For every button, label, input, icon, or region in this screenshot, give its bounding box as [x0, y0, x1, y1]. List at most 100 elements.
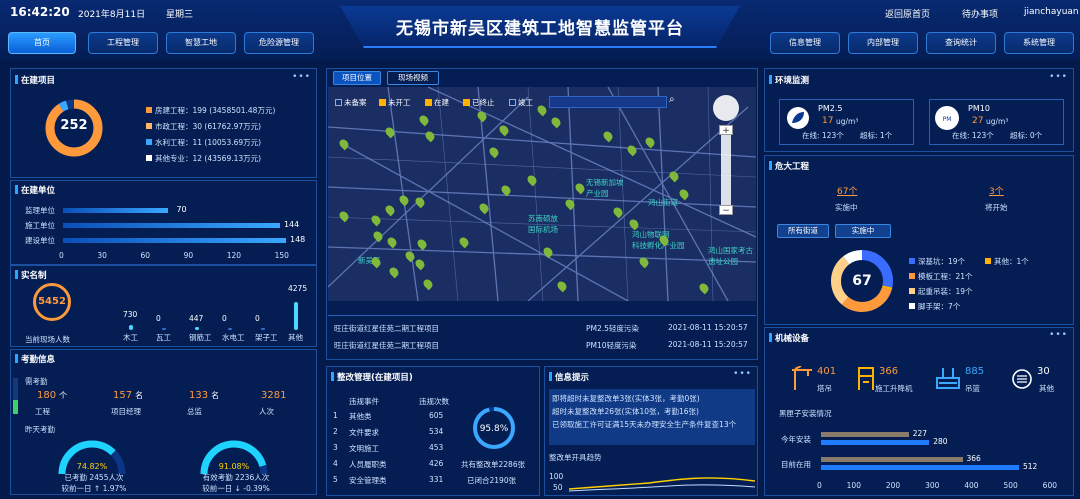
pm10-unit: ug/m³: [986, 117, 1009, 126]
filter-unfiled[interactable]: 未备案: [335, 97, 367, 108]
units-label-supervisor: 监理单位: [25, 206, 55, 215]
worker-count: 4275: [288, 284, 308, 293]
worker-count: 0: [255, 314, 260, 323]
attendance-stat-num: 133: [189, 390, 209, 401]
rectify-row-count: 331: [429, 475, 444, 484]
rectify-row-count: 605: [429, 411, 444, 420]
attendance-gauge-line1: 已考勤 2455人次: [64, 473, 124, 482]
map-pan-control[interactable]: [713, 95, 739, 121]
danger-legend-label: 深基坑：19个: [918, 257, 966, 266]
alert-row-time: 2021-08-11 15:20:57: [668, 323, 748, 332]
danger-title: 危大工程: [769, 160, 809, 172]
env-title: 环境监测: [769, 74, 809, 86]
rectify-row-event: 文明施工: [349, 444, 379, 453]
danger-active-label: 实施中: [835, 203, 858, 212]
attendance-stat-unit: 名: [135, 391, 144, 400]
alert-row-name: 旺庄街道红星佳苑二期工程项目: [334, 341, 439, 350]
machines-more-icon[interactable]: •••: [1049, 330, 1068, 340]
map-label-east: 鸿山街道: [648, 198, 678, 207]
filter-not-started-label: 未开工: [388, 98, 411, 107]
danger-legend-item: 脚手架：7个: [909, 301, 960, 312]
nav-internal-mgmt[interactable]: 内部管理: [848, 32, 918, 54]
units-tick: 60: [140, 251, 151, 260]
nav-hazard-mgmt[interactable]: 危险源管理: [244, 32, 314, 54]
env-more-icon[interactable]: •••: [1049, 72, 1068, 82]
map-zoom-out-button[interactable]: −: [719, 205, 733, 216]
info-message[interactable]: 超时未复整改单26张(实体10张，考勤16张): [552, 406, 699, 417]
units-tick: 150: [274, 251, 289, 260]
realname-count: 5452: [33, 283, 71, 321]
rectify-row-event: 其他类: [349, 412, 372, 421]
trend-chart: [569, 477, 755, 492]
worker-label: 瓦工: [156, 333, 171, 342]
blackbox-value-a: 227: [912, 429, 928, 438]
danger-legend-label: 模板工程：21个: [918, 272, 973, 281]
worker-bar: [228, 328, 232, 330]
worker-label: 其他: [288, 333, 303, 342]
rectify-col-event: 违规事件: [349, 397, 379, 406]
worker-label: 架子工: [255, 333, 278, 342]
clock-time: 16:42:20: [10, 5, 70, 19]
blackbox-value-a: 366: [966, 454, 981, 463]
info-message[interactable]: 已领取施工许可证满15天未办理安全生产条件复查13个: [552, 419, 752, 430]
map-canvas[interactable]: 无锡新加坡 产业园 苏南硕放 国际机场 鸿山物联网 科技孵化产业园 鸿山国家考古 遗址公…: [328, 87, 756, 301]
danger-upcoming-count[interactable]: 3个: [989, 184, 1004, 197]
blackbox-value-b: 280: [933, 437, 948, 446]
nav-query-stats[interactable]: 查询统计: [926, 32, 996, 54]
attendance-title: 考勤信息: [15, 353, 55, 365]
info-more-icon[interactable]: •••: [733, 369, 752, 379]
search-icon[interactable]: ⌕: [669, 94, 675, 105]
legend-municipal-label: 市政工程：30 (61762.97万元): [155, 122, 262, 131]
blackbox-tick: 300: [925, 481, 940, 490]
map-search-input[interactable]: [549, 96, 667, 108]
tab-site-video[interactable]: 现场视频: [387, 71, 439, 85]
nav-smart-site[interactable]: 智慧工地: [166, 32, 236, 54]
attendance-stat-unit: 个: [59, 391, 68, 400]
filter-completed[interactable]: 竣工: [509, 97, 533, 108]
rectify-col-count: 违规次数: [419, 397, 449, 406]
filter-terminated[interactable]: 已终止: [463, 97, 495, 108]
danger-legend-label: 脚手架：7个: [918, 302, 961, 311]
blackbox-bar-b: [821, 440, 930, 445]
units-bar-supervisor: [63, 208, 169, 213]
attendance-gauge-pct: 91.08%: [218, 462, 250, 471]
nav-project-mgmt[interactable]: 工程管理: [88, 32, 158, 54]
tab-project-location[interactable]: 项目位置: [333, 71, 381, 85]
blackbox-value-b: 512: [1022, 462, 1038, 471]
blackbox-tick: 500: [1003, 481, 1018, 490]
filter-not-started[interactable]: 未开工: [379, 97, 411, 108]
projects-panel: 在建项目 ••• 252 房建工程：199 (3458501.48万元) 市政工…: [10, 68, 317, 178]
tower-crane-icon: [792, 366, 812, 390]
legend-housing: 房建工程：199 (3458501.48万元): [146, 105, 275, 116]
legend-other-label: 其他专业：12 (43569.13万元): [155, 154, 262, 163]
blackbox-axis: 0 100 200 300 400 500 600: [817, 481, 1057, 490]
danger-active-count[interactable]: 67个: [837, 184, 857, 197]
cloud-pm10-icon: PM: [935, 106, 959, 130]
tab-all-streets[interactable]: 所有街道: [777, 224, 829, 238]
machines-title: 机械设备: [769, 332, 809, 344]
filter-completed-label: 竣工: [518, 98, 533, 107]
back-home-link[interactable]: 返回原首页: [885, 7, 930, 20]
attendance-stat-label: 工程: [35, 407, 50, 416]
attendance-gauge-pct: 74.82%: [76, 462, 108, 471]
todo-link[interactable]: 待办事项: [962, 7, 998, 20]
units-value-supervisor: 70: [176, 205, 187, 214]
map-zoom-in-button[interactable]: +: [719, 125, 733, 136]
info-message[interactable]: 即将超时未复整改单3张(实体3张，考勤0张): [552, 393, 700, 404]
tab-active[interactable]: 实施中: [835, 224, 891, 238]
nav-home[interactable]: 首页: [8, 32, 76, 54]
filter-under-construction[interactable]: 在建: [425, 97, 449, 108]
danger-legend-label: 其他：1个: [994, 257, 1029, 266]
nav-system-mgmt[interactable]: 系统管理: [1004, 32, 1074, 54]
units-panel: 在建单位 监理单位 施工单位 建设单位 70 144 148 0 30 60 90 12…: [10, 180, 317, 265]
map-zoom-slider[interactable]: [721, 127, 731, 207]
filter-terminated-label: 已终止: [472, 98, 495, 107]
info-title: 信息提示: [549, 371, 589, 383]
pm25-value: 17: [822, 116, 834, 126]
user-name[interactable]: jianchayuan: [1024, 7, 1079, 17]
nav-info-mgmt[interactable]: 信息管理: [770, 32, 840, 54]
machine-count: 401: [817, 366, 837, 377]
projects-more-icon[interactable]: •••: [292, 72, 311, 82]
danger-legend-item: 模板工程：21个: [909, 271, 973, 282]
units-tick: 120: [226, 251, 242, 260]
